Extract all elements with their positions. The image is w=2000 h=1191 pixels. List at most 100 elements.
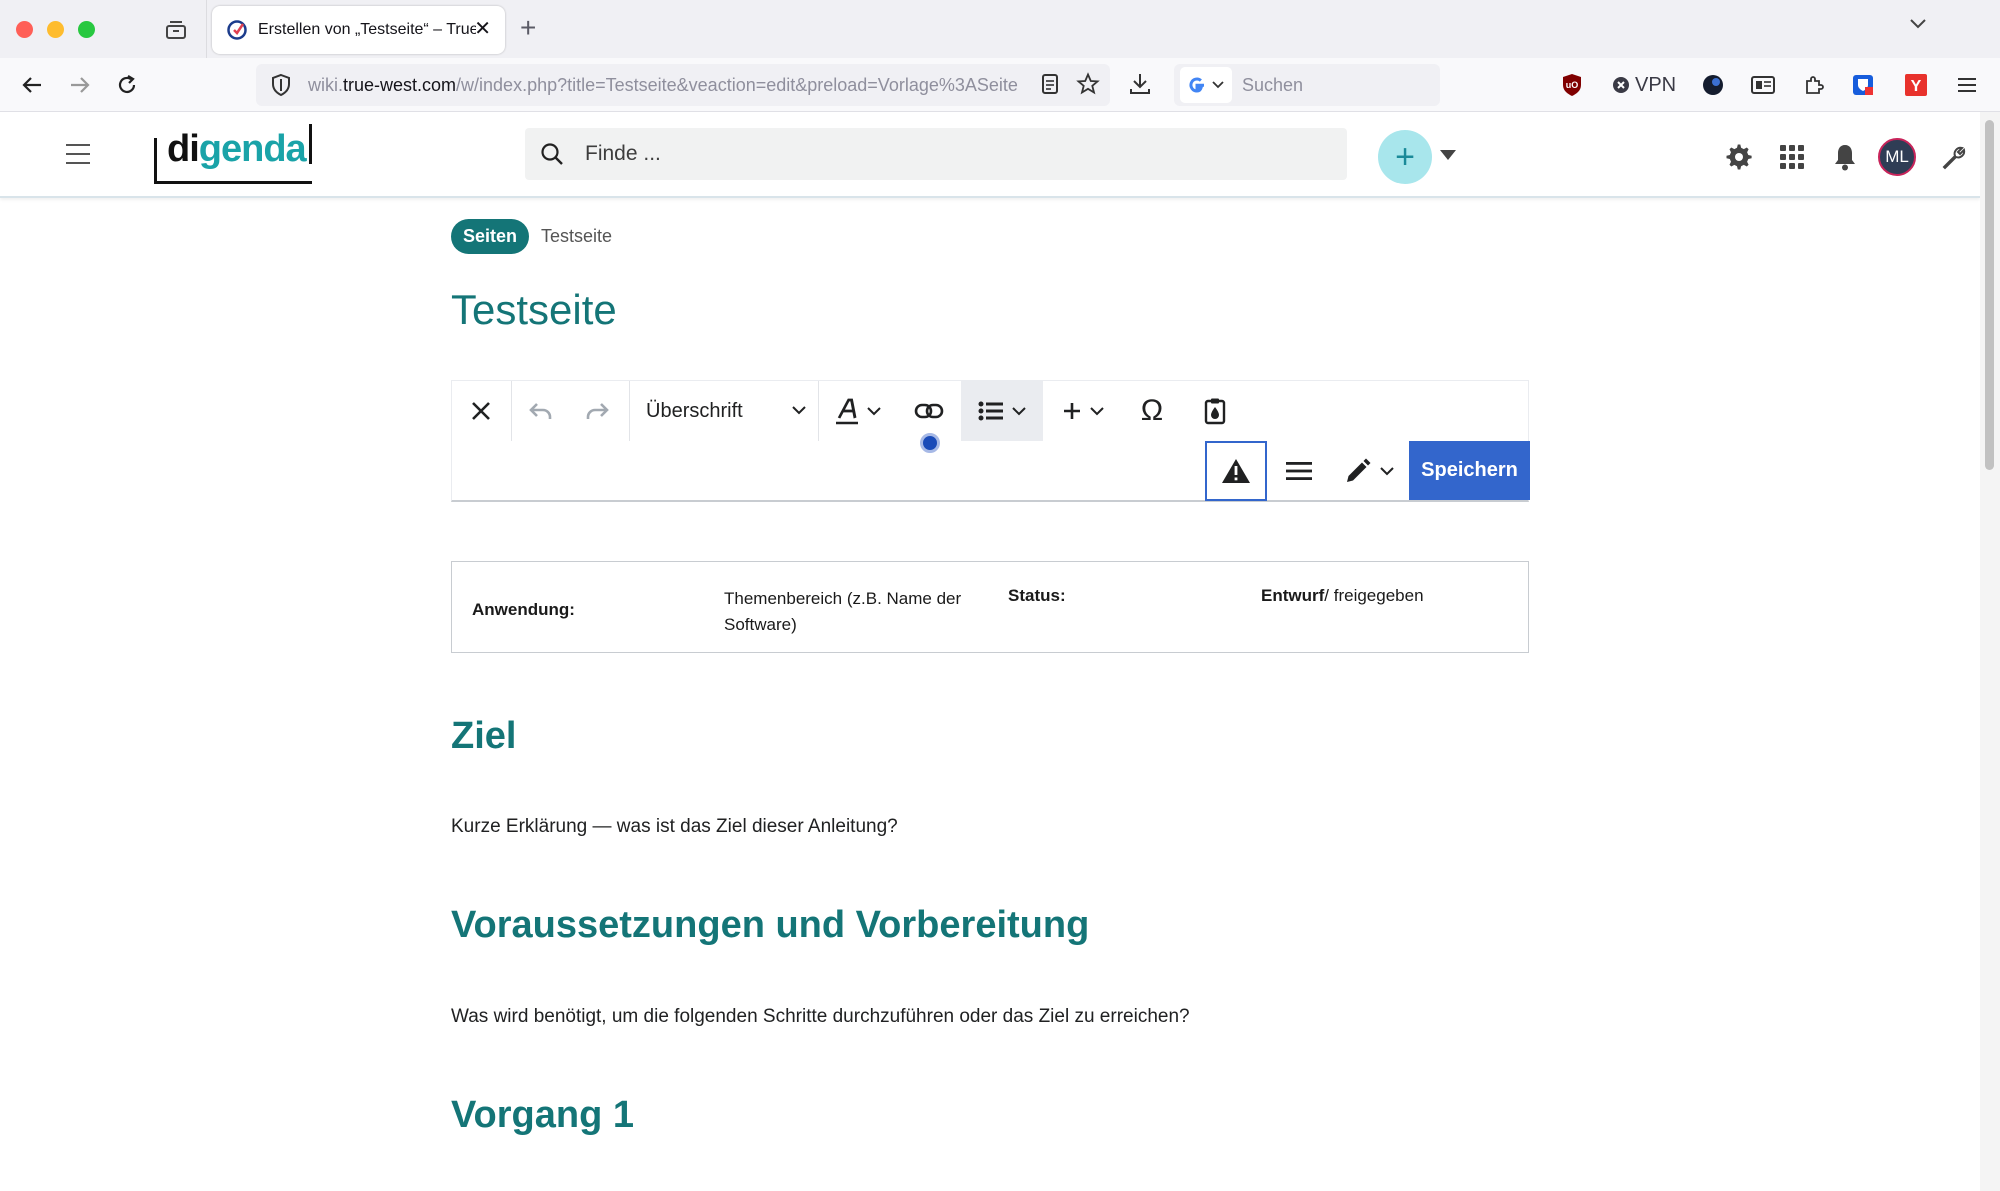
chevron-down-icon bbox=[1012, 406, 1026, 416]
info-table-status-label: Status: bbox=[1008, 586, 1066, 605]
breadcrumb-current[interactable]: Testseite bbox=[541, 226, 612, 247]
y-extension-icon[interactable]: Y bbox=[1904, 72, 1928, 98]
apps-grid-icon[interactable] bbox=[1775, 140, 1809, 174]
section-heading: Ziel bbox=[451, 715, 517, 757]
redo-icon[interactable] bbox=[568, 381, 626, 441]
chevron-down-icon bbox=[1380, 466, 1394, 476]
site-favicon-icon bbox=[226, 19, 248, 41]
logo-text: digenda bbox=[167, 124, 307, 174]
browser-search-placeholder: Suchen bbox=[1242, 74, 1304, 95]
ublock-origin-icon[interactable]: uO bbox=[1561, 72, 1583, 98]
tracking-shield-icon[interactable] bbox=[268, 72, 294, 98]
breadcrumb: Seiten Testseite bbox=[451, 219, 612, 254]
wiki-search-input[interactable]: Finde ... bbox=[525, 128, 1347, 180]
section-paragraph: Was wird benötigt, um die folgenden Schr… bbox=[451, 1006, 1190, 1027]
browser-tab-active[interactable]: Erstellen von „Testseite“ – True-West Wi… bbox=[212, 6, 505, 54]
page-options-menu-icon[interactable] bbox=[1269, 441, 1329, 501]
user-avatar[interactable]: ML bbox=[1878, 138, 1916, 176]
main-menu-icon[interactable] bbox=[66, 144, 90, 166]
reload-icon[interactable] bbox=[113, 71, 141, 99]
section-paragraph: Kurze Erklärung — was ist das Ziel diese… bbox=[451, 816, 898, 837]
reader-view-icon[interactable] bbox=[1040, 72, 1060, 96]
breadcrumb-section-pill[interactable]: Seiten bbox=[451, 219, 530, 254]
link-icon[interactable] bbox=[897, 381, 961, 441]
edit-mode-dropdown[interactable] bbox=[1331, 441, 1407, 501]
close-editor-icon[interactable] bbox=[452, 381, 510, 441]
vpn-status-icon bbox=[1612, 76, 1630, 94]
tab-list-icon[interactable] bbox=[162, 17, 190, 43]
visual-editor-toolbar: Überschrift Ω Speichern bbox=[451, 380, 1530, 502]
browser-nav-bar: wiki.true-west.com/w/index.php?title=Tes… bbox=[0, 58, 2000, 112]
tab-close-icon[interactable]: ✕ bbox=[474, 18, 491, 40]
info-table-application-label: Anwendung: bbox=[472, 600, 575, 619]
forward-arrow-icon[interactable] bbox=[66, 71, 94, 99]
paragraph-format-label: Überschrift bbox=[646, 399, 743, 422]
gear-icon[interactable] bbox=[1722, 140, 1756, 174]
svg-text:Y: Y bbox=[1911, 78, 1922, 95]
create-button[interactable]: + bbox=[1378, 130, 1432, 184]
new-tab-button[interactable]: + bbox=[520, 13, 536, 43]
pencil-icon bbox=[1344, 457, 1372, 485]
logo-di: di bbox=[167, 128, 200, 170]
text-style-icon bbox=[835, 397, 859, 425]
create-menu-caret-icon[interactable] bbox=[1440, 150, 1456, 160]
section-heading: Voraussetzungen und Vorbereitung bbox=[451, 904, 1090, 946]
wiki-search-placeholder: Finde ... bbox=[585, 142, 661, 165]
page-warning-icon[interactable] bbox=[1205, 441, 1267, 501]
text-style-dropdown[interactable] bbox=[819, 381, 897, 441]
info-table-topic-text: Themenbereich (z.B. Name der Software) bbox=[724, 589, 962, 634]
page-scrollbar[interactable] bbox=[1980, 112, 2000, 1191]
url-path: /w/index.php?title=Testseite&veaction=ed… bbox=[456, 74, 1018, 95]
scrollbar-thumb[interactable] bbox=[1985, 120, 1994, 470]
chevron-down-icon bbox=[1212, 81, 1224, 89]
app-menu-icon[interactable] bbox=[1956, 72, 1978, 98]
browser-search-bar[interactable]: Suchen bbox=[1174, 64, 1440, 106]
window-zoom-button[interactable] bbox=[78, 21, 95, 38]
bulleted-list-icon bbox=[978, 400, 1004, 422]
wiki-header: digenda Finde ... + ML bbox=[0, 112, 1980, 198]
wrench-icon[interactable] bbox=[1937, 140, 1971, 174]
extensions-puzzle-icon[interactable] bbox=[1802, 72, 1826, 98]
insert-dropdown[interactable] bbox=[1049, 381, 1117, 441]
window-minimize-button[interactable] bbox=[47, 21, 64, 38]
tab-title: Erstellen von „Testseite“ – True-West Wi… bbox=[258, 21, 476, 38]
page-title: Testseite bbox=[451, 286, 617, 333]
special-character-button[interactable]: Ω bbox=[1120, 381, 1184, 441]
browser-tab-bar: Erstellen von „Testseite“ – True-West Wi… bbox=[0, 0, 2000, 58]
save-button[interactable]: Speichern bbox=[1409, 441, 1530, 500]
address-bar[interactable]: wiki.true-west.com/w/index.php?title=Tes… bbox=[256, 64, 1110, 106]
plus-icon bbox=[1062, 401, 1082, 421]
reader-extension-icon[interactable] bbox=[1750, 72, 1776, 98]
search-icon bbox=[539, 141, 565, 167]
google-icon bbox=[1188, 76, 1206, 94]
undo-icon[interactable] bbox=[512, 381, 570, 441]
paragraph-format-dropdown[interactable]: Überschrift bbox=[630, 381, 816, 441]
search-engine-selector[interactable] bbox=[1180, 67, 1232, 103]
chevron-down-icon bbox=[867, 406, 881, 416]
bitwarden-extension-icon[interactable] bbox=[1851, 72, 1875, 98]
list-dropdown[interactable] bbox=[961, 381, 1043, 441]
digenda-logo[interactable]: digenda bbox=[154, 124, 312, 184]
url-text[interactable]: wiki.true-west.com/w/index.php?title=Tes… bbox=[308, 75, 1038, 96]
tab-overflow-chevron-icon[interactable] bbox=[1908, 17, 1928, 31]
url-prefix: wiki. bbox=[308, 74, 343, 95]
logo-genda: genda bbox=[198, 128, 307, 170]
info-table[interactable]: Anwendung: Themenbereich (z.B. Name der … bbox=[451, 561, 1529, 653]
dark-reader-icon[interactable] bbox=[1701, 72, 1725, 98]
tab-separator bbox=[206, 0, 207, 58]
downloads-icon[interactable] bbox=[1128, 71, 1152, 97]
window-close-button[interactable] bbox=[16, 21, 33, 38]
clipboard-icon[interactable] bbox=[1185, 381, 1245, 441]
status-draft: Entwurf bbox=[1261, 586, 1325, 605]
section-heading: Vorgang 1 bbox=[451, 1094, 634, 1136]
svg-text:uO: uO bbox=[1566, 80, 1579, 90]
link-indicator-dot bbox=[920, 433, 940, 453]
status-released: / freigegeben bbox=[1324, 586, 1424, 605]
vpn-extension[interactable]: VPN bbox=[1612, 72, 1676, 98]
notifications-bell-icon[interactable] bbox=[1828, 140, 1862, 174]
vpn-label: VPN bbox=[1635, 73, 1677, 96]
bookmark-star-icon[interactable] bbox=[1076, 72, 1100, 96]
info-table-status-value: Entwurf/ freigegeben bbox=[1261, 586, 1424, 606]
back-arrow-icon[interactable] bbox=[18, 71, 46, 99]
chevron-down-icon bbox=[1090, 406, 1104, 416]
